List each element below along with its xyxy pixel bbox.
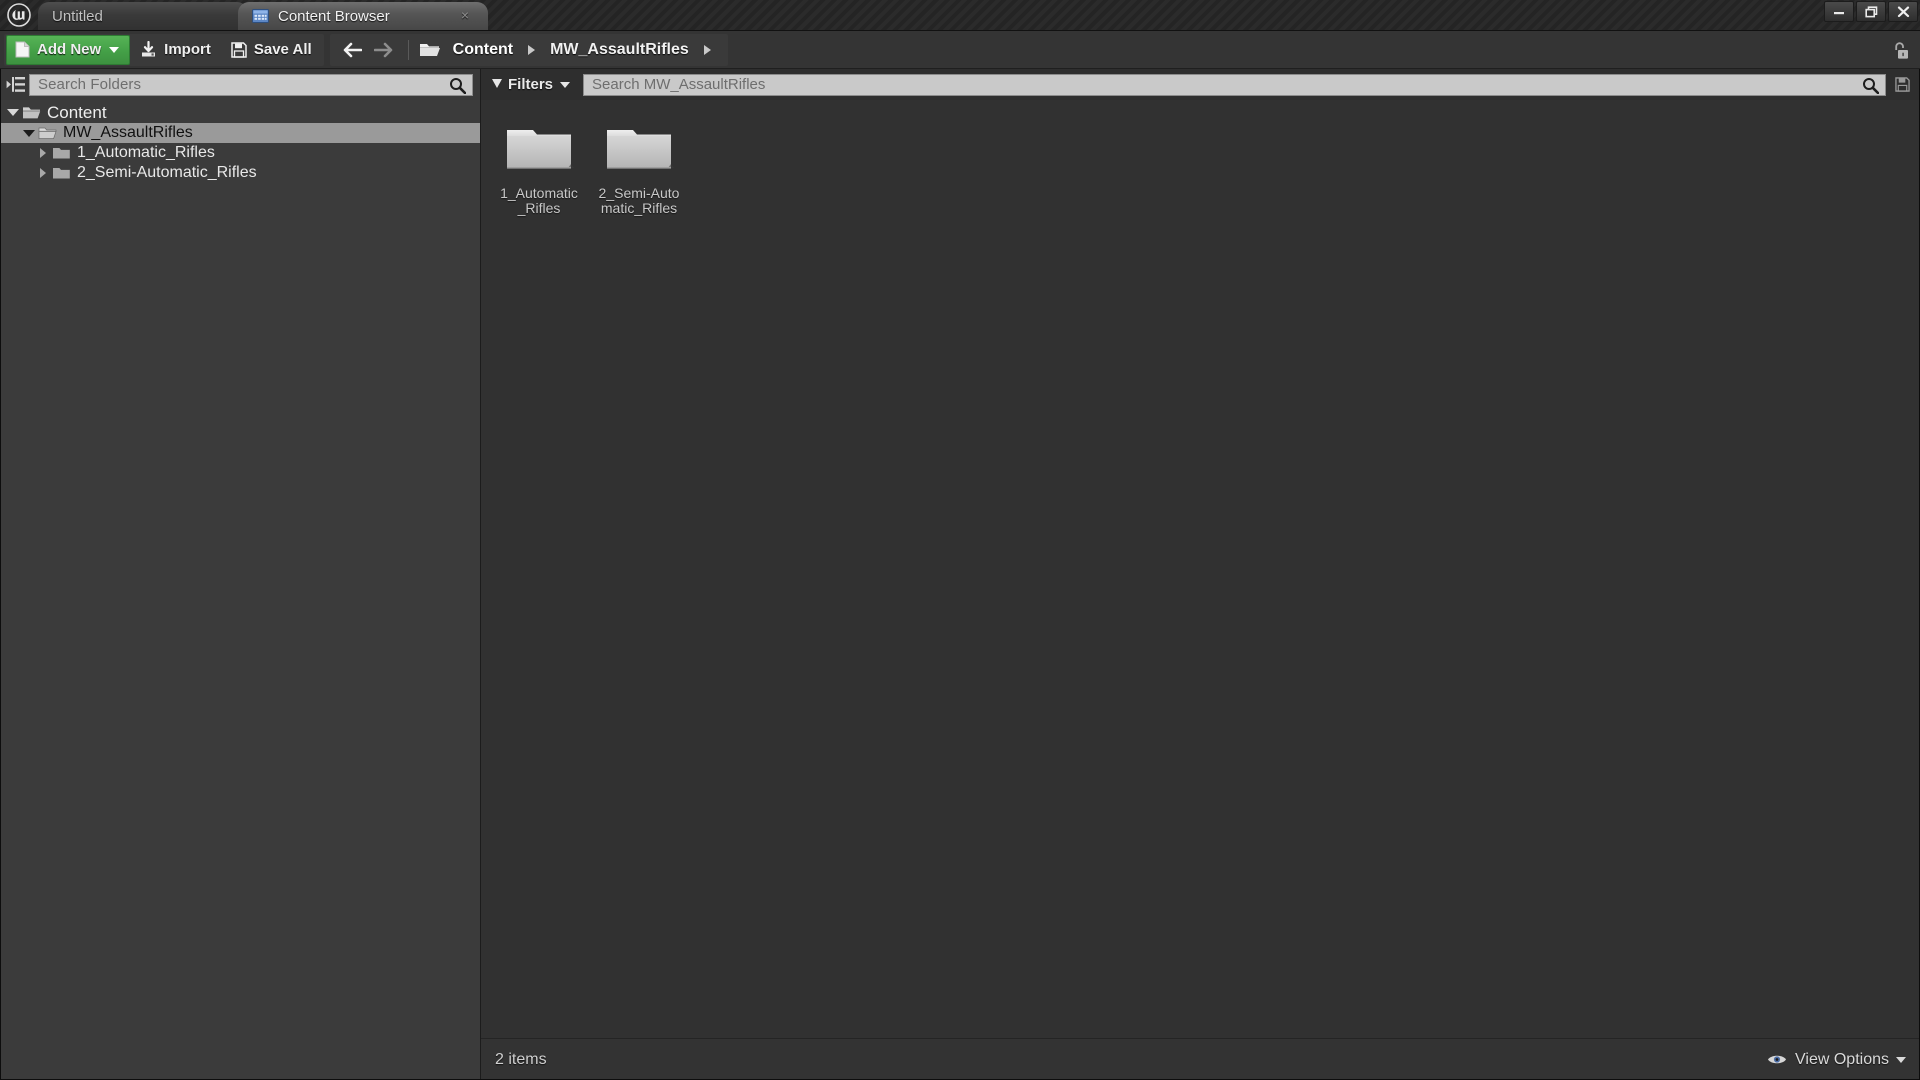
content-browser-body: Search Folders Content MW_AssaultRifles … bbox=[0, 69, 1920, 1080]
folder-thumbnail-icon bbox=[601, 118, 677, 174]
breadcrumb-mw-assaultrifles[interactable]: MW_AssaultRifles bbox=[546, 41, 693, 59]
content-browser-icon bbox=[252, 9, 269, 23]
tree-item-mw-assaultrifles[interactable]: MW_AssaultRifles bbox=[0, 123, 480, 143]
asset-tile-folder[interactable]: 1_Automatic_Rifles bbox=[495, 116, 583, 218]
view-options-button[interactable]: View Options bbox=[1767, 1051, 1906, 1069]
filters-button[interactable]: Filters bbox=[485, 74, 577, 95]
toolbar-actions-group: Add New Import Save All bbox=[4, 33, 324, 66]
minimize-button[interactable] bbox=[1824, 1, 1854, 22]
tab-close-icon[interactable]: × bbox=[458, 8, 472, 23]
tab-untitled[interactable]: Untitled bbox=[38, 2, 248, 30]
floppy-disk-icon bbox=[231, 41, 247, 58]
close-button[interactable] bbox=[1888, 1, 1918, 22]
expander-icon[interactable] bbox=[20, 129, 38, 137]
expander-icon[interactable] bbox=[34, 168, 52, 178]
save-all-button[interactable]: Save All bbox=[221, 36, 322, 64]
main-toolbar: Add New Import Save All Content MW_Assau… bbox=[0, 31, 1920, 69]
open-folder-icon bbox=[419, 41, 441, 58]
import-button[interactable]: Import bbox=[130, 36, 221, 64]
view-options-label: View Options bbox=[1795, 1050, 1889, 1068]
filters-label: Filters bbox=[508, 76, 554, 93]
title-bar: Untitled Content Browser × bbox=[0, 0, 1920, 31]
back-button[interactable] bbox=[336, 42, 368, 58]
open-folder-icon bbox=[38, 126, 57, 140]
breadcrumb-separator-icon[interactable] bbox=[703, 44, 711, 55]
asset-tile-label: 1_Automatic_Rifles bbox=[500, 185, 578, 216]
eye-icon bbox=[1767, 1053, 1787, 1066]
expander-icon[interactable] bbox=[34, 148, 52, 158]
search-assets-input[interactable]: Search MW_AssaultRifles bbox=[583, 73, 1886, 99]
tab-content-browser-label: Content Browser bbox=[278, 7, 390, 25]
new-document-icon bbox=[15, 41, 30, 58]
chevron-down-icon bbox=[560, 81, 571, 88]
window-controls bbox=[1824, 1, 1918, 22]
unreal-engine-logo-icon bbox=[0, 0, 38, 30]
tree-item-1-automatic-rifles[interactable]: 1_Automatic_Rifles bbox=[0, 143, 480, 163]
add-new-label: Add New bbox=[37, 41, 102, 58]
search-folders-placeholder: Search Folders bbox=[38, 76, 142, 93]
folder-tree: Content MW_AssaultRifles 1_Automatic_Rif… bbox=[0, 100, 480, 1080]
asset-tile-grid[interactable]: 1_Automatic_Rifles 2_Semi-Automatic_Rifl… bbox=[481, 100, 1920, 1038]
save-all-label: Save All bbox=[253, 41, 312, 58]
item-count-label: 2 items bbox=[495, 1050, 547, 1068]
forward-button[interactable] bbox=[368, 42, 400, 58]
chevron-down-icon bbox=[1896, 1056, 1906, 1063]
folder-thumbnail-icon bbox=[501, 118, 577, 174]
sources-panel: Search Folders Content MW_AssaultRifles … bbox=[0, 69, 481, 1080]
add-new-button[interactable]: Add New bbox=[6, 34, 131, 65]
expander-icon[interactable] bbox=[4, 108, 22, 116]
import-label: Import bbox=[164, 41, 211, 58]
tab-content-browser[interactable]: Content Browser × bbox=[238, 2, 488, 30]
breadcrumb-content[interactable]: Content bbox=[449, 41, 517, 59]
search-magnifier-icon[interactable] bbox=[449, 77, 467, 99]
tab-untitled-label: Untitled bbox=[52, 7, 103, 25]
tree-item-content-label: Content bbox=[47, 102, 107, 122]
import-download-icon bbox=[140, 41, 157, 58]
navigation-breadcrumb-group: Content MW_AssaultRifles bbox=[329, 33, 728, 66]
toolbar-divider bbox=[407, 39, 409, 60]
tree-item-1-automatic-rifles-label: 1_Automatic_Rifles bbox=[77, 144, 215, 161]
open-folder-icon bbox=[22, 105, 41, 120]
asset-tile-folder[interactable]: 2_Semi-Automatic_Rifles bbox=[595, 116, 683, 218]
save-search-button[interactable] bbox=[1890, 77, 1914, 92]
tree-item-2-semi-automatic-rifles-label: 2_Semi-Automatic_Rifles bbox=[77, 164, 257, 181]
breadcrumb-separator-icon bbox=[528, 44, 536, 55]
padlock-open-icon[interactable] bbox=[1888, 39, 1912, 63]
search-magnifier-icon[interactable] bbox=[1862, 77, 1880, 99]
closed-folder-icon bbox=[52, 146, 71, 160]
filters-row: Filters Search MW_AssaultRifles bbox=[481, 69, 1920, 100]
search-folders-input[interactable]: Search Folders bbox=[29, 73, 473, 99]
asset-view-panel: Filters Search MW_AssaultRifles 1_Automa… bbox=[481, 69, 1920, 1080]
closed-folder-icon bbox=[52, 166, 71, 180]
asset-tile-label: 2_Semi-Automatic_Rifles bbox=[598, 185, 680, 216]
collapse-tree-icon[interactable] bbox=[3, 72, 29, 98]
maximize-restore-button[interactable] bbox=[1856, 1, 1886, 22]
chevron-down-icon bbox=[109, 46, 120, 53]
asset-status-bar: 2 items View Options bbox=[481, 1038, 1920, 1080]
tree-item-content[interactable]: Content bbox=[0, 101, 480, 123]
search-assets-placeholder: Search MW_AssaultRifles bbox=[592, 76, 766, 93]
tree-item-mw-assaultrifles-label: MW_AssaultRifles bbox=[63, 124, 193, 141]
tree-item-2-semi-automatic-rifles[interactable]: 2_Semi-Automatic_Rifles bbox=[0, 163, 480, 183]
funnel-filter-icon bbox=[492, 79, 502, 88]
sources-search-row: Search Folders bbox=[0, 69, 480, 100]
